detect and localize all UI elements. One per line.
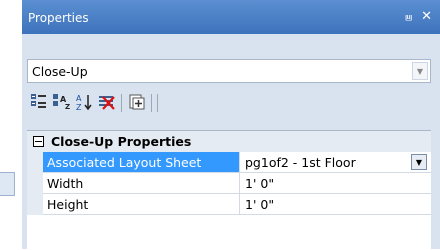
close-icon[interactable]: ✕ [421, 9, 432, 24]
row-gutter [27, 152, 43, 173]
dock-tab-button[interactable] [0, 172, 15, 196]
svg-text:A: A [76, 94, 82, 103]
property-name[interactable]: Width [43, 173, 240, 194]
properties-toolbar: A Z A Z [27, 90, 431, 116]
object-selector-value: Close-Up [32, 64, 88, 79]
categorized-icon[interactable] [29, 92, 49, 112]
category-row[interactable]: Close-Up Properties [27, 131, 431, 152]
property-name-label: Height [47, 197, 89, 212]
collapse-icon[interactable] [33, 136, 44, 147]
property-name[interactable]: Associated Layout Sheet [43, 152, 240, 173]
chevron-down-icon[interactable]: ▼ [411, 154, 427, 170]
property-row-associated-layout-sheet[interactable]: Associated Layout Sheet pg1of2 - 1st Flo… [27, 152, 431, 173]
property-grid: Close-Up Properties Associated Layout Sh… [27, 130, 431, 250]
property-value: 1' 0" [245, 176, 275, 191]
property-row-width[interactable]: Width 1' 0" [27, 173, 431, 194]
row-gutter [27, 194, 43, 215]
row-gutter [27, 173, 43, 194]
property-name[interactable]: Height [43, 194, 240, 215]
property-value-field[interactable]: 1' 0" [240, 173, 431, 194]
property-value: 1' 0" [245, 197, 275, 212]
left-dock-area [0, 0, 22, 249]
sort-az-icon[interactable]: A Z [74, 92, 94, 112]
alphabetical-icon[interactable]: A Z [52, 92, 72, 112]
delete-icon[interactable] [97, 92, 117, 112]
property-value-field[interactable]: 1' 0" [240, 194, 431, 215]
toolbar-separator [151, 94, 152, 112]
pin-icon[interactable]: ⩏ [405, 10, 412, 25]
object-selector-dropdown[interactable]: Close-Up ▼ [27, 59, 431, 83]
property-pages-icon[interactable] [127, 92, 147, 112]
panel-title: Properties [28, 11, 89, 25]
category-label: Close-Up Properties [51, 134, 192, 149]
toolbar-separator [121, 94, 122, 112]
property-value-dropdown[interactable]: pg1of2 - 1st Floor ▼ [240, 152, 431, 173]
panel-titlebar[interactable]: Properties ⩏ ✕ [22, 0, 440, 34]
property-name-label: Associated Layout Sheet [47, 155, 202, 170]
properties-panel: Properties ⩏ ✕ Close-Up ▼ A Z A Z Close-… [22, 0, 440, 250]
svg-text:Z: Z [65, 103, 70, 111]
property-name-label: Width [47, 176, 84, 191]
property-row-height[interactable]: Height 1' 0" [27, 194, 431, 215]
property-value: pg1of2 - 1st Floor [245, 155, 356, 170]
chevron-down-icon[interactable]: ▼ [412, 62, 428, 80]
svg-text:Z: Z [76, 103, 82, 112]
toolbar-separator [157, 94, 158, 112]
